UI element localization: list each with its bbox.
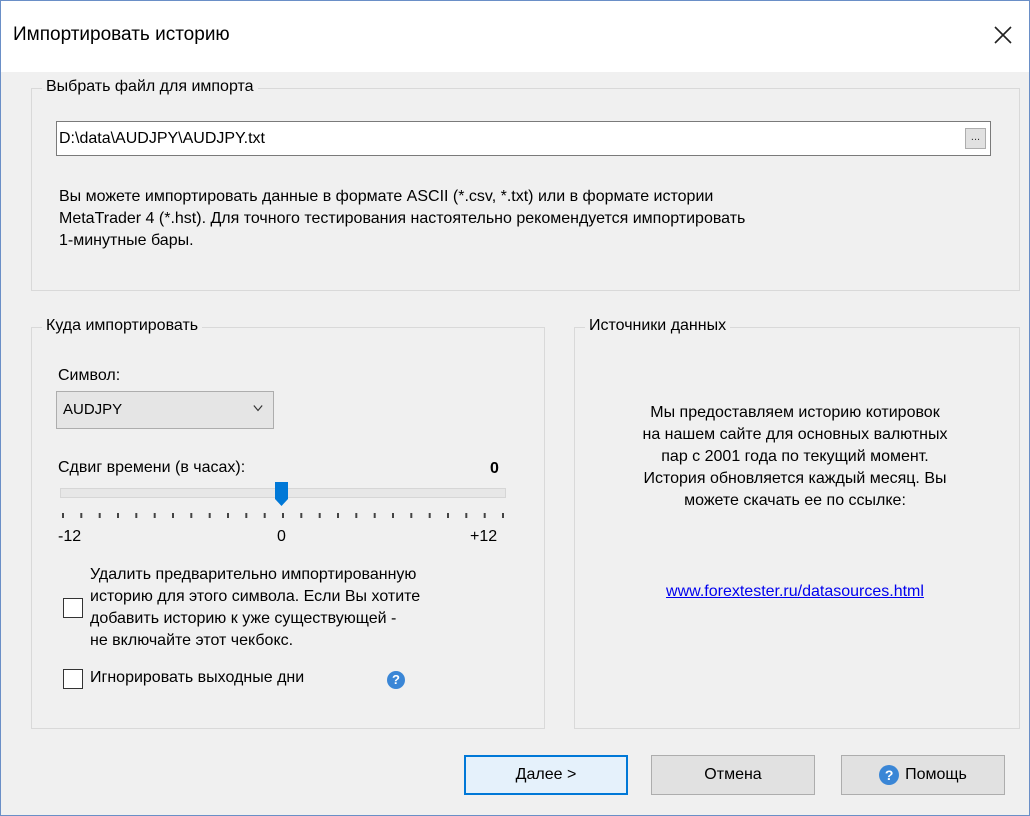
sources-line-5: можете скачать ее по ссылке: bbox=[684, 492, 906, 509]
delete-previous-line-2: историю для этого символа. Если Вы хотит… bbox=[90, 588, 421, 605]
help-button[interactable]: ? Помощь bbox=[841, 755, 1005, 795]
help-button-label: Помощь bbox=[905, 766, 967, 783]
symbol-select-value: AUDJPY bbox=[63, 401, 123, 418]
data-sources-text: Мы предоставляем историю котировок на на… bbox=[576, 402, 1014, 512]
delete-previous-line-1: Удалить предварительно импортированную bbox=[90, 566, 417, 583]
delete-previous-line-4: не включайте этот чекбокс. bbox=[90, 632, 294, 649]
browse-button[interactable]: ... bbox=[965, 128, 986, 149]
symbol-label: Символ: bbox=[58, 367, 121, 384]
close-x-glyph bbox=[994, 26, 1012, 44]
slider-max-label: +12 bbox=[470, 528, 498, 545]
delete-previous-label: Удалить предварительно импортированную и… bbox=[90, 564, 420, 652]
next-button[interactable]: Далее > bbox=[464, 755, 628, 795]
help-button-icon: ? bbox=[879, 765, 900, 785]
file-path-field[interactable]: ... bbox=[56, 121, 991, 156]
datasources-link[interactable]: www.forextester.ru/datasources.html bbox=[576, 583, 1014, 601]
next-button-label: Далее > bbox=[515, 766, 577, 783]
import-info-text: Вы можете импортировать данные в формате… bbox=[59, 186, 959, 252]
sources-line-3: пар с 2001 года по текущий момент. bbox=[661, 448, 929, 465]
data-sources-legend: Источники данных bbox=[585, 317, 731, 335]
info-line-3: 1-минутные бары. bbox=[59, 232, 194, 249]
sources-line-1: Мы предоставляем историю котировок bbox=[650, 404, 940, 421]
import-target-legend: Куда импортировать bbox=[42, 317, 203, 335]
cancel-button[interactable]: Отмена bbox=[651, 755, 815, 795]
slider-ticks bbox=[62, 513, 504, 518]
file-path-input[interactable] bbox=[57, 122, 959, 155]
time-shift-value: 0 bbox=[490, 460, 499, 477]
time-shift-slider-thumb[interactable] bbox=[275, 482, 288, 506]
import-history-dialog: Импортировать историю Выбрать файл для и… bbox=[0, 0, 1030, 816]
ignore-weekends-checkbox[interactable] bbox=[63, 669, 83, 689]
close-icon[interactable] bbox=[983, 15, 1023, 55]
slider-mid-label: 0 bbox=[277, 528, 286, 545]
sources-line-4: История обновляется каждый месяц. Вы bbox=[643, 470, 947, 487]
cancel-button-label: Отмена bbox=[704, 766, 762, 783]
data-sources-group: Источники данных bbox=[574, 317, 1020, 729]
symbol-select[interactable]: AUDJPY bbox=[56, 391, 274, 429]
time-shift-label: Сдвиг времени (в часах): bbox=[58, 459, 246, 476]
window-title: Импортировать историю bbox=[13, 24, 230, 45]
title-bar: Импортировать историю bbox=[1, 1, 1029, 72]
delete-previous-checkbox[interactable] bbox=[63, 598, 83, 618]
info-line-2: MetaTrader 4 (*.hst). Для точного тестир… bbox=[59, 210, 746, 227]
file-select-legend: Выбрать файл для импорта bbox=[42, 78, 258, 96]
sources-line-2: на нашем сайте для основных валютных bbox=[642, 426, 948, 443]
chevron-down-icon bbox=[253, 405, 263, 412]
help-icon[interactable]: ? bbox=[387, 671, 405, 689]
slider-min-label: -12 bbox=[58, 528, 82, 545]
ignore-weekends-label: Игнорировать выходные дни bbox=[90, 669, 305, 686]
info-line-1: Вы можете импортировать данные в формате… bbox=[59, 188, 714, 205]
delete-previous-line-3: добавить историю к уже существующей - bbox=[90, 610, 397, 627]
